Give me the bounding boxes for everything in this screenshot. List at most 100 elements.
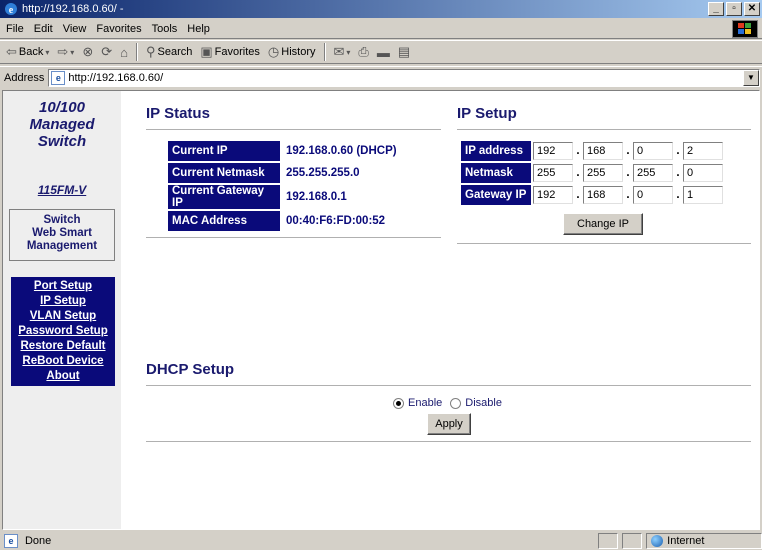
home-button[interactable]: ⌂ (118, 45, 130, 60)
model-name: 115FM-V (37, 183, 87, 197)
nav-ip-setup[interactable]: IP Setup (11, 294, 115, 309)
forward-arrow-icon: ⇨ (57, 44, 69, 59)
address-input[interactable]: e http://192.168.0.60/ ▼ (48, 68, 760, 87)
edit-button[interactable]: ▬ (375, 45, 392, 60)
ip-setup-table: IP address 192. 168. 0. 2 Netmask 255. 2… (459, 139, 725, 207)
mail-icon: ✉ (333, 44, 345, 59)
table-row: IP address 192. 168. 0. 2 (461, 141, 723, 161)
address-label: Address (4, 71, 45, 84)
setup-label: Gateway IP (461, 185, 531, 205)
search-button[interactable]: ⚲ Search (144, 44, 194, 60)
maximize-button[interactable]: ▫ (726, 2, 742, 16)
table-row: Current Netmask 255.255.255.0 (168, 163, 422, 183)
gateway-octet-1[interactable]: 192 (533, 186, 573, 204)
chevron-down-icon: ▾ (346, 47, 351, 57)
page-icon: e (51, 70, 66, 85)
status-value: 192.168.0.60 (DHCP) (286, 145, 397, 157)
dhcp-disable-label: Disable (465, 397, 502, 409)
menu-favorites[interactable]: Favorites (96, 23, 141, 35)
menu-help[interactable]: Help (187, 23, 210, 35)
status-text: Done (24, 535, 52, 547)
history-button[interactable]: ◷ History (266, 44, 318, 60)
status-bar: e Done Internet (0, 532, 762, 550)
gateway-octet-3[interactable]: 0 (633, 186, 673, 204)
favorites-button[interactable]: ▣ Favorites (198, 44, 262, 60)
status-label: Current IP (168, 141, 280, 161)
status-label: Current Gateway IP (168, 185, 280, 209)
change-ip-button[interactable]: Change IP (563, 213, 643, 235)
mail-button[interactable]: ✉ ▾ (332, 44, 353, 60)
dhcp-enable-label: Enable (408, 397, 443, 409)
table-row: Netmask 255. 255. 255. 0 (461, 163, 723, 183)
status-panel (622, 533, 643, 549)
setup-label: IP address (461, 141, 531, 161)
apply-button[interactable]: Apply (427, 413, 471, 435)
favorites-icon: ▣ (200, 44, 213, 59)
window-title: http://192.168.0.60/ - (22, 3, 124, 15)
close-button[interactable]: ✕ (744, 2, 760, 16)
home-icon: ⌂ (120, 44, 128, 60)
menu-file[interactable]: File (6, 23, 24, 35)
chevron-down-icon: ▾ (70, 47, 75, 57)
nav-password-setup[interactable]: Password Setup (11, 324, 115, 339)
page-done-icon: e (4, 534, 18, 548)
netmask-octet-1[interactable]: 255 (533, 164, 573, 182)
nav-port-setup[interactable]: Port Setup (11, 279, 115, 294)
discuss-button[interactable]: ▤ (396, 44, 412, 60)
print-button[interactable]: ⎙ (356, 44, 370, 60)
address-dropdown-icon[interactable]: ▼ (743, 69, 759, 86)
netmask-octet-3[interactable]: 255 (633, 164, 673, 182)
netmask-octet-2[interactable]: 255 (583, 164, 623, 182)
print-icon: ⎙ (358, 44, 369, 59)
divider (146, 237, 441, 239)
svg-text:e: e (9, 5, 14, 16)
ip-octet-2[interactable]: 168 (583, 142, 623, 160)
windows-logo-icon (732, 20, 758, 38)
minimize-button[interactable]: _ (708, 2, 724, 16)
menu-view[interactable]: View (63, 23, 87, 35)
status-value: 00:40:F6:FD:00:52 (286, 215, 386, 227)
ip-octet-1[interactable]: 192 (533, 142, 573, 160)
status-label: Current Netmask (168, 163, 280, 183)
nav-vlan-setup[interactable]: VLAN Setup (11, 309, 115, 324)
nav-restore-default[interactable]: Restore Default (11, 339, 115, 354)
ip-octet-4[interactable]: 2 (683, 142, 723, 160)
nav-about[interactable]: About (11, 369, 115, 384)
refresh-icon: ⟳ (101, 44, 113, 59)
status-label: MAC Address (168, 211, 280, 231)
ie-icon: e (4, 2, 18, 16)
table-row: Current IP 192.168.0.60 (DHCP) (168, 141, 422, 161)
menu-bar: File Edit View Favorites Tools Help (0, 19, 762, 39)
toolbar: ⇦ Back ▾ ⇨ ▾ ⊗ ⟳ ⌂ ⚲ Search ▣ Favorites ◷ Hist… (0, 40, 762, 64)
menu-edit[interactable]: Edit (34, 23, 53, 35)
nav-menu: Port Setup IP Setup VLAN Setup Password … (11, 277, 115, 386)
stop-button[interactable]: ⊗ (80, 44, 95, 60)
zone-panel: Internet (646, 533, 762, 549)
forward-button[interactable]: ⇨ ▾ (55, 44, 76, 60)
ip-setup-title: IP Setup (457, 105, 517, 122)
dhcp-setup-title: DHCP Setup (146, 361, 235, 378)
divider (146, 441, 751, 443)
management-box: Switch Web Smart Management (9, 209, 115, 261)
refresh-button[interactable]: ⟳ (99, 44, 114, 60)
gateway-octet-4[interactable]: 1 (683, 186, 723, 204)
page-content: 10/100 Managed Switch 115FM-V Switch Web… (2, 90, 760, 530)
nav-reboot-device[interactable]: ReBoot Device (11, 354, 115, 369)
history-icon: ◷ (267, 44, 280, 59)
menu-tools[interactable]: Tools (152, 23, 178, 35)
table-row: Gateway IP 192. 168. 0. 1 (461, 185, 723, 205)
toolbar-separator (135, 43, 138, 61)
back-button[interactable]: ⇦ Back ▾ (4, 44, 51, 60)
sidebar: 10/100 Managed Switch 115FM-V Switch Web… (3, 91, 121, 529)
dhcp-enable-radio[interactable] (393, 397, 404, 409)
search-icon: ⚲ (145, 44, 156, 59)
dhcp-disable-radio[interactable] (450, 397, 462, 409)
ip-octet-3[interactable]: 0 (633, 142, 673, 160)
table-row: MAC Address 00:40:F6:FD:00:52 (168, 211, 422, 231)
ip-status-table: Current IP 192.168.0.60 (DHCP) Current Ne… (166, 139, 424, 233)
status-value: 255.255.255.0 (286, 167, 360, 179)
status-panel (598, 533, 619, 549)
gateway-octet-2[interactable]: 168 (583, 186, 623, 204)
toolbar-separator (323, 43, 326, 61)
netmask-octet-4[interactable]: 0 (683, 164, 723, 182)
